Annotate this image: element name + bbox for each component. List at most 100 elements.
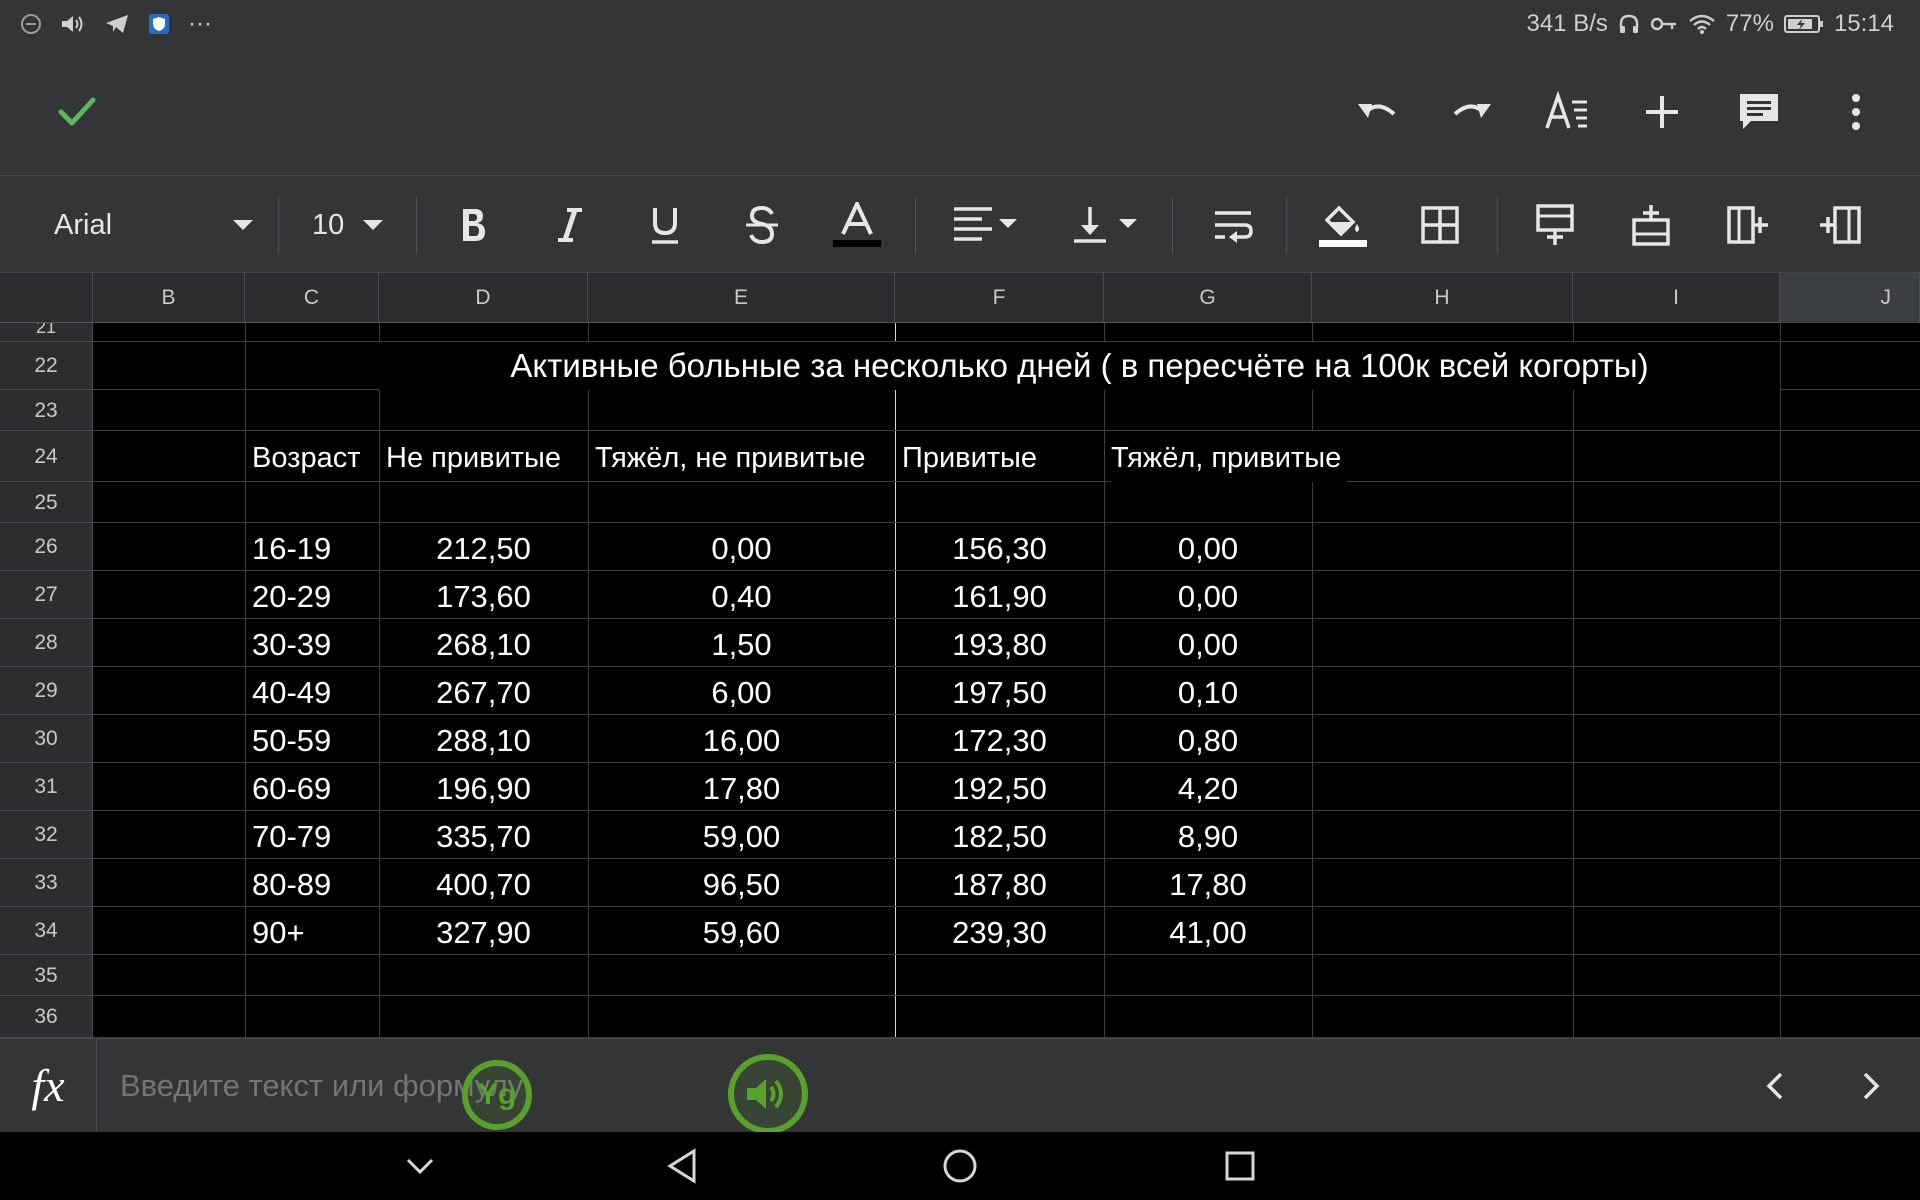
- cell-unvaccinated[interactable]: 268,10: [379, 619, 588, 671]
- row-header[interactable]: 27: [0, 571, 93, 619]
- cell-severe-unvaccinated[interactable]: 16,00: [588, 715, 895, 767]
- formula-input[interactable]: [118, 1059, 1672, 1113]
- row-header[interactable]: 31: [0, 763, 93, 811]
- cell-unvaccinated[interactable]: 335,70: [379, 811, 588, 863]
- column-header-b[interactable]: B: [93, 273, 245, 323]
- function-button[interactable]: fx: [0, 1039, 97, 1132]
- italic-button[interactable]: [545, 200, 595, 250]
- more-options-button[interactable]: [1824, 80, 1888, 144]
- header-age[interactable]: Возраст: [252, 431, 360, 482]
- home-button[interactable]: [938, 1144, 982, 1188]
- bold-button[interactable]: [448, 200, 498, 250]
- cell-severe-vaccinated[interactable]: 0,00: [1104, 523, 1312, 575]
- column-header-g[interactable]: G: [1104, 273, 1312, 323]
- row-header[interactable]: 23: [0, 390, 93, 431]
- cell-age[interactable]: 20-29: [252, 571, 331, 623]
- column-header-h[interactable]: H: [1312, 273, 1573, 323]
- cell-age[interactable]: 90+: [252, 907, 305, 959]
- cell-severe-unvaccinated[interactable]: 6,00: [588, 667, 895, 719]
- header-vaccinated[interactable]: Привитые: [902, 431, 1037, 482]
- horizontal-align-button[interactable]: [952, 200, 1018, 250]
- cell-age[interactable]: 70-79: [252, 811, 331, 863]
- font-size-select[interactable]: 10: [312, 200, 384, 250]
- insert-column-right-button[interactable]: [1723, 200, 1773, 250]
- row-header[interactable]: 32: [0, 811, 93, 859]
- cell-severe-unvaccinated[interactable]: 0,00: [588, 523, 895, 575]
- text-color-button[interactable]: [832, 200, 882, 250]
- column-header-d[interactable]: D: [379, 273, 588, 323]
- cell-severe-vaccinated[interactable]: 0,00: [1104, 571, 1312, 623]
- cell-vaccinated[interactable]: 193,80: [895, 619, 1104, 671]
- header-severe-vaccinated[interactable]: Тяжёл, привитые: [1111, 431, 1348, 482]
- cell-severe-unvaccinated[interactable]: 17,80: [588, 763, 895, 815]
- cell-vaccinated[interactable]: 182,50: [895, 811, 1104, 863]
- recents-button[interactable]: [1218, 1144, 1262, 1188]
- cell-severe-vaccinated[interactable]: 0,00: [1104, 619, 1312, 671]
- cell-severe-unvaccinated[interactable]: 59,60: [588, 907, 895, 959]
- column-header-c[interactable]: C: [245, 273, 379, 323]
- cell-age[interactable]: 80-89: [252, 859, 331, 911]
- underline-button[interactable]: [640, 200, 690, 250]
- cell-severe-vaccinated[interactable]: 0,10: [1104, 667, 1312, 719]
- cell-vaccinated[interactable]: 192,50: [895, 763, 1104, 815]
- select-all-corner[interactable]: [0, 273, 93, 323]
- cell-vaccinated[interactable]: 239,30: [895, 907, 1104, 959]
- cell-unvaccinated[interactable]: 212,50: [379, 523, 588, 575]
- header-severe-unvaccinated[interactable]: Тяжёл, не привитые: [595, 431, 865, 482]
- speaker-bubble[interactable]: [728, 1054, 808, 1134]
- cell-vaccinated[interactable]: 197,50: [895, 667, 1104, 719]
- fill-color-button[interactable]: [1318, 200, 1368, 250]
- done-check-button[interactable]: [45, 80, 109, 144]
- insert-row-above-button[interactable]: [1626, 200, 1676, 250]
- insert-row-below-button[interactable]: [1530, 200, 1580, 250]
- strikethrough-button[interactable]: [737, 200, 787, 250]
- cell-severe-vaccinated[interactable]: 4,20: [1104, 763, 1312, 815]
- cell-unvaccinated[interactable]: 327,90: [379, 907, 588, 959]
- row-header[interactable]: 25: [0, 482, 93, 523]
- borders-button[interactable]: [1415, 200, 1465, 250]
- cell-age[interactable]: 16-19: [252, 523, 331, 575]
- row-header[interactable]: 24: [0, 431, 93, 482]
- cell-vaccinated[interactable]: 172,30: [895, 715, 1104, 767]
- row-header[interactable]: 34: [0, 907, 93, 955]
- hide-keyboard-button[interactable]: [400, 1146, 440, 1186]
- cell-vaccinated[interactable]: 161,90: [895, 571, 1104, 623]
- column-header-e[interactable]: E: [588, 273, 895, 323]
- cell-severe-vaccinated[interactable]: 41,00: [1104, 907, 1312, 959]
- cell-severe-unvaccinated[interactable]: 1,50: [588, 619, 895, 671]
- cell-severe-vaccinated[interactable]: 0,80: [1104, 715, 1312, 767]
- comment-button[interactable]: [1727, 80, 1791, 144]
- row-header[interactable]: 28: [0, 619, 93, 667]
- undo-button[interactable]: [1345, 80, 1409, 144]
- cell-age[interactable]: 30-39: [252, 619, 331, 671]
- cell-unvaccinated[interactable]: 267,70: [379, 667, 588, 719]
- previous-button[interactable]: [1750, 1061, 1800, 1111]
- row-header-21[interactable]: 21: [0, 323, 93, 342]
- header-unvaccinated[interactable]: Не привитые: [386, 431, 561, 482]
- back-button[interactable]: [660, 1144, 704, 1188]
- cell-age[interactable]: 60-69: [252, 763, 331, 815]
- cell-severe-unvaccinated[interactable]: 59,00: [588, 811, 895, 863]
- column-header-i[interactable]: I: [1573, 273, 1780, 323]
- row-header[interactable]: 33: [0, 859, 93, 907]
- cell-severe-vaccinated[interactable]: 8,90: [1104, 811, 1312, 863]
- text-wrap-button[interactable]: [1208, 200, 1258, 250]
- row-header[interactable]: 29: [0, 667, 93, 715]
- cell-vaccinated[interactable]: 187,80: [895, 859, 1104, 911]
- redo-button[interactable]: [1440, 80, 1504, 144]
- row-header[interactable]: 22: [0, 342, 93, 390]
- row-header[interactable]: 30: [0, 715, 93, 763]
- insert-column-left-button[interactable]: [1815, 200, 1865, 250]
- insert-button[interactable]: [1630, 80, 1694, 144]
- cell-unvaccinated[interactable]: 400,70: [379, 859, 588, 911]
- cell-age[interactable]: 40-49: [252, 667, 331, 719]
- row-header[interactable]: 35: [0, 955, 93, 996]
- cell-severe-vaccinated[interactable]: 17,80: [1104, 859, 1312, 911]
- row-header[interactable]: 26: [0, 523, 93, 571]
- cell-age[interactable]: 50-59: [252, 715, 331, 767]
- text-format-button[interactable]: [1535, 80, 1599, 144]
- cell-unvaccinated[interactable]: 196,90: [379, 763, 588, 815]
- cell-severe-unvaccinated[interactable]: 0,40: [588, 571, 895, 623]
- keyboard-translate-bubble[interactable]: Yg: [462, 1060, 532, 1130]
- row-header[interactable]: 36: [0, 996, 93, 1038]
